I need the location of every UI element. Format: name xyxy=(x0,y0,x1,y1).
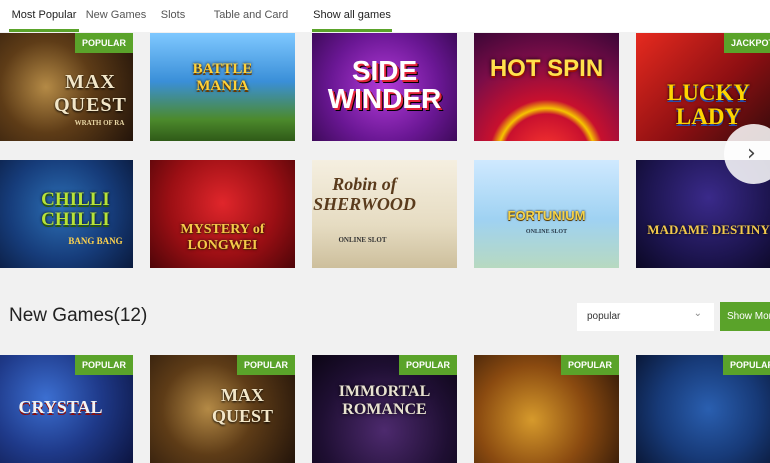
game-title: SIDE WINDER xyxy=(327,55,442,114)
popular-badge: POPULAR xyxy=(560,355,619,375)
game-title: BATTLE MANIA xyxy=(192,61,253,94)
game-tile-robin-of-sherwood[interactable]: Robin of SHERWOOD ONLINE SLOT xyxy=(312,160,457,268)
chevron-right-icon: › xyxy=(747,141,756,166)
popular-badge: POPULAR xyxy=(236,355,295,375)
game-tile-new-5[interactable]: POPULAR xyxy=(636,355,770,463)
game-subtitle: ONLINE SLOT xyxy=(525,229,568,235)
game-tile-hot-spin[interactable]: HOT SPIN xyxy=(474,33,619,141)
game-title: MADAME DESTINY xyxy=(647,222,770,237)
category-tabs: Most Popular New Games Slots Table and C… xyxy=(0,0,770,51)
game-tile-side-winder[interactable]: SIDE WINDER xyxy=(312,33,457,141)
game-title: IMMORTAL ROMANCE xyxy=(338,383,431,418)
game-tile-new-4[interactable]: POPULAR xyxy=(474,355,619,463)
game-title: HOT SPIN xyxy=(489,55,604,82)
popular-badge: POPULAR xyxy=(398,355,457,375)
game-title: Robin of SHERWOOD xyxy=(313,174,416,214)
game-tile-chilli-chilli[interactable]: CHILLI CHILLI BANG BANG xyxy=(0,160,133,268)
game-tile-max-quest[interactable]: MAX QUEST WRATH OF RA POPULAR xyxy=(0,33,133,141)
game-subtitle: BANG BANG xyxy=(68,236,123,246)
game-title: MAX QUEST xyxy=(211,385,274,426)
sort-select[interactable]: popular ⌄ xyxy=(577,303,714,331)
tab-new-games[interactable]: New Games xyxy=(84,0,148,32)
tab-slots[interactable]: Slots xyxy=(154,0,192,32)
game-subtitle: ONLINE SLOT xyxy=(338,236,387,244)
jackpot-badge: JACKPOT xyxy=(723,33,770,53)
game-title: MYSTERY of LONGWEI xyxy=(180,222,265,253)
tab-table-card-games[interactable]: Table and Card Games xyxy=(197,0,305,51)
game-title: CHILLI CHILLI xyxy=(41,189,110,230)
popular-badge: POPULAR xyxy=(722,355,770,375)
section-title: New Games(12) xyxy=(9,305,148,326)
chevron-down-icon: ⌄ xyxy=(693,308,702,319)
tab-show-all-games[interactable]: Show all games xyxy=(312,0,392,32)
game-tile-mystery-of-longwei[interactable]: MYSTERY of LONGWEI xyxy=(150,160,295,268)
game-tile-fortunium[interactable]: FORTUNIUM ONLINE SLOT xyxy=(474,160,619,268)
sort-select-value: popular xyxy=(587,311,621,322)
game-art xyxy=(474,33,619,141)
game-subtitle: WRATH OF RA xyxy=(74,119,125,127)
game-title: CRYSTAL xyxy=(18,397,103,417)
game-title: LUCKY LADY xyxy=(666,80,751,129)
popular-badge: POPULAR xyxy=(74,33,133,53)
popular-badge: POPULAR xyxy=(74,355,133,375)
game-tile-new-3[interactable]: IMMORTAL ROMANCE POPULAR xyxy=(312,355,457,463)
game-title: MAX QUEST xyxy=(54,71,127,116)
game-tile-new-2[interactable]: MAX QUEST POPULAR xyxy=(150,355,295,463)
game-tile-battle-mania[interactable]: BATTLE MANIA xyxy=(150,33,295,141)
tab-most-popular[interactable]: Most Popular xyxy=(9,0,79,32)
game-tile-new-1[interactable]: CRYSTAL POPULAR xyxy=(0,355,133,463)
game-title: FORTUNIUM xyxy=(507,208,586,223)
show-more-button[interactable]: Show More xyxy=(720,302,770,331)
